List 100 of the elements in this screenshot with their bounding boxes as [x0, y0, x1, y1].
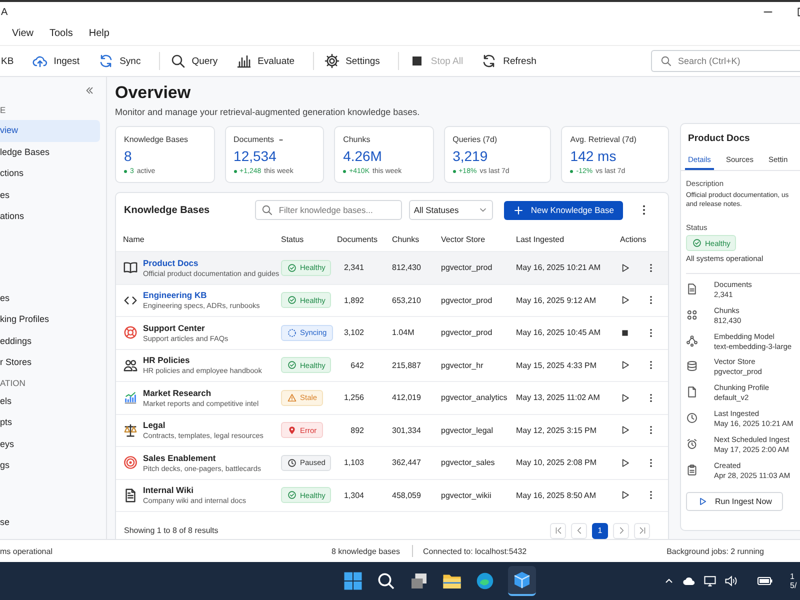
table-cell-text: 412,019 — [392, 393, 422, 402]
first-page-button[interactable] — [550, 522, 566, 538]
target-icon — [123, 455, 138, 470]
search-icon[interactable] — [376, 571, 396, 591]
plus-icon — [512, 204, 524, 216]
table-cell-text: May 16, 2025 10:45 AM — [516, 328, 602, 338]
filter-field[interactable]: Filter knowledge bases... — [254, 200, 402, 220]
sidebar-item[interactable]: eddings — [0, 330, 100, 352]
stop-icon[interactable] — [620, 328, 630, 338]
scales-icon — [123, 422, 138, 438]
section-heading: ATION — [0, 376, 26, 390]
toolbar-button[interactable]: Sync — [98, 53, 149, 69]
column-header: Last Ingested — [516, 234, 566, 244]
play-icon[interactable] — [620, 458, 630, 468]
results-summary: Showing 1 to 8 of 8 results — [124, 526, 218, 535]
four-circles-icon — [686, 308, 698, 321]
check-circle-icon — [287, 295, 297, 306]
sidebar-item[interactable]: ctions — [0, 163, 100, 184]
table-cell-text: 3,102 — [342, 328, 365, 338]
clock-text: 5/ — [790, 581, 798, 590]
sidebar-item[interactable]: r Stores — [0, 352, 100, 374]
app-taskbar-button[interactable] — [508, 566, 536, 596]
status-dropdown[interactable]: All Statuses — [408, 200, 493, 220]
play-icon[interactable] — [620, 262, 630, 273]
table-cell-text: pgvector_prod — [441, 296, 494, 305]
play-icon[interactable] — [620, 295, 630, 306]
clock-text: 1 — [790, 572, 796, 581]
new-knowledge-base-button[interactable]: New Knowledge Base — [504, 200, 623, 220]
row-name: Market Research — [143, 388, 212, 398]
stat-label: Chunks — [343, 135, 370, 144]
table-cell-text: May 12, 2025 3:15 PM — [516, 426, 598, 435]
warning-icon — [287, 392, 297, 403]
sidebar-item[interactable]: ledge Bases — [0, 142, 100, 163]
toolbar-button[interactable]: Refresh — [481, 53, 544, 69]
table-cell-text: pgvector_wikii — [441, 490, 492, 500]
menu-item[interactable]: View — [12, 28, 34, 39]
sidebar-item[interactable]: es — [0, 184, 100, 206]
play-icon[interactable] — [620, 360, 630, 370]
status-dot-icon — [570, 170, 574, 173]
play-icon[interactable] — [620, 490, 630, 500]
stat-label: Knowledge Bases — [124, 135, 188, 144]
sidebar-item[interactable]: es — [0, 288, 100, 309]
stat-label: Avg. Retrieval (7d) — [570, 135, 636, 144]
search-field[interactable]: Search (Ctrl+K) — [651, 50, 800, 72]
last-page-button[interactable] — [634, 522, 650, 538]
last-page-icon — [638, 526, 646, 535]
table-cell-text: 1,304 — [342, 490, 365, 500]
stacked-windows-icon[interactable] — [408, 571, 428, 591]
sidebar-item[interactable]: eys — [0, 434, 100, 455]
row-name: Internal Wiki — [143, 485, 194, 496]
double-chevron-left-icon[interactable] — [84, 85, 95, 96]
windows-logo-icon[interactable] — [342, 571, 362, 591]
clock-icon — [287, 458, 297, 468]
menu-item[interactable]: Tools — [50, 28, 73, 39]
toolbar-button[interactable]: Ingest — [32, 53, 88, 69]
column-header: Vector Store — [441, 234, 486, 244]
name-link[interactable]: Engineering KB — [143, 290, 260, 300]
row-name: HR Policies — [143, 355, 191, 366]
status-dot-icon — [124, 170, 127, 173]
table-cell-text: May 16, 2025 8:50 AM — [516, 490, 598, 500]
browser-icon[interactable] — [474, 571, 494, 591]
previous-page-button[interactable] — [571, 522, 587, 538]
status-text: Background jobs: 2 running — [666, 546, 764, 556]
run-ingest-button[interactable]: Run Ingest Now — [686, 492, 783, 512]
table-cell-text: May 13, 2025 11:02 AM — [516, 393, 601, 402]
status-dot-icon — [452, 170, 456, 173]
sidebar-item[interactable]: ations — [0, 206, 100, 228]
table-title: Knowledge Bases — [124, 204, 210, 216]
speaker-icon[interactable] — [724, 574, 738, 588]
sidebar-item[interactable]: pts — [0, 412, 100, 434]
search-icon — [660, 55, 672, 67]
stat-value: 3,219 — [452, 148, 489, 164]
table-cell-text: 892 — [350, 426, 365, 435]
toolbar-button[interactable]: KB — [0, 56, 22, 66]
nodes-icon — [686, 334, 698, 347]
sidebar-item[interactable]: king Profiles — [0, 309, 100, 330]
name-link[interactable]: Product Docs — [143, 258, 280, 268]
dashed-circle-icon — [287, 328, 297, 338]
document-icon — [686, 283, 698, 295]
play-icon[interactable] — [620, 392, 630, 403]
sidebar-item[interactable]: gs — [0, 455, 100, 476]
table-cell-text: 362,447 — [392, 458, 422, 468]
toolbar-button[interactable]: Evaluate — [236, 53, 303, 69]
table-cell-text: 653,210 — [392, 296, 422, 305]
next-page-button[interactable] — [613, 522, 629, 538]
sidebar-item[interactable]: view — [0, 120, 100, 142]
sidebar-item[interactable]: se — [0, 512, 100, 533]
table-cell-text: May 10, 2025 2:08 PM — [516, 458, 598, 468]
sidebar-item[interactable]: els — [0, 390, 100, 412]
book-icon — [123, 260, 138, 276]
sync-icon — [98, 53, 114, 69]
toolbar-button[interactable]: Query — [170, 53, 226, 69]
search-icon — [260, 204, 273, 216]
page-button[interactable]: 1 — [592, 522, 608, 538]
monitor-icon[interactable] — [703, 574, 717, 588]
stat-label: Documents — [234, 135, 274, 144]
menu-item[interactable]: Help — [88, 28, 110, 39]
toolbar-button[interactable]: Settings — [324, 53, 388, 69]
database-icon — [686, 360, 698, 372]
play-icon[interactable] — [620, 425, 630, 436]
